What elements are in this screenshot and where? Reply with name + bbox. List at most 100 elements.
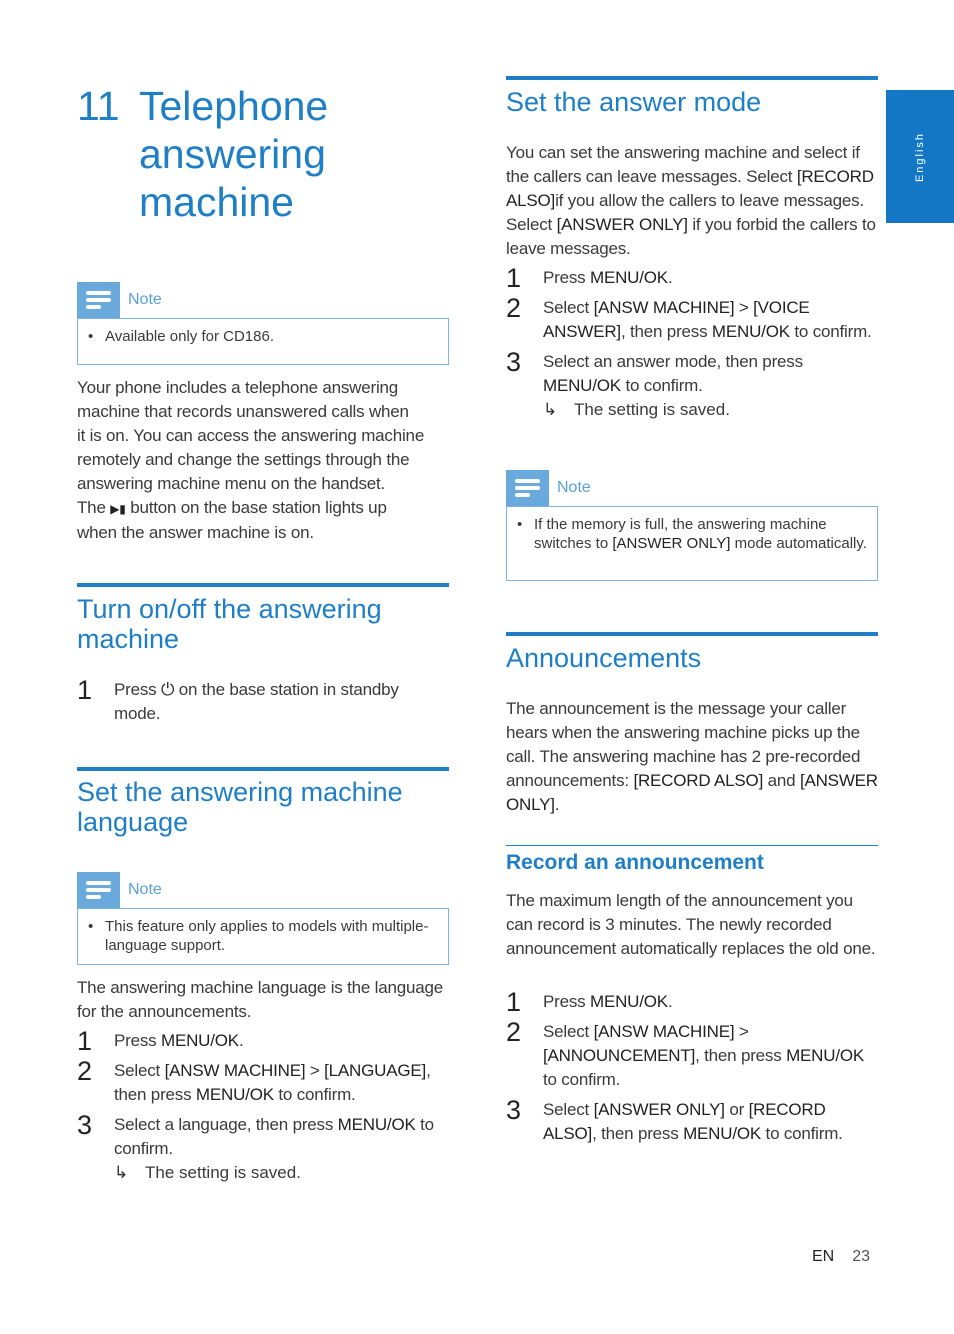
step-text: Press MENU/OK. xyxy=(114,1029,449,1053)
step-text-part: > xyxy=(734,1022,749,1041)
step-text-part: Select xyxy=(543,298,590,317)
menu-item: [ANSW MACHINE] xyxy=(164,1061,306,1080)
power-icon: ⏻ xyxy=(161,680,175,699)
section-title-line: Turn on/off the answering xyxy=(77,594,382,624)
chapter-title-line: answering xyxy=(139,131,326,177)
intro-text: The xyxy=(77,498,106,517)
step-text-part: to confirm. xyxy=(625,376,703,395)
step-text-part: Press xyxy=(114,680,157,699)
result-text: The setting is saved. xyxy=(574,400,730,419)
bullet-icon: • xyxy=(88,328,94,345)
intro-line: it is on. You can access the answering m… xyxy=(77,426,425,445)
intro-line: machine that records unanswered calls wh… xyxy=(77,402,409,421)
section-title-language: Set the answering machine language xyxy=(77,777,403,837)
step: 1 Press MENU/OK. xyxy=(506,987,878,1017)
note-label: Note xyxy=(128,881,162,898)
intro-line: remotely and change the settings through… xyxy=(77,450,410,469)
result-arrow-icon: ↳ xyxy=(543,400,558,419)
menu-key: MENU/OK xyxy=(590,268,668,287)
step: 3 Select a language, then press MENU/OK … xyxy=(77,1112,449,1161)
page-footer: EN 23 xyxy=(812,1248,870,1266)
intro-paragraph: Your phone includes a telephone answerin… xyxy=(77,376,449,545)
step-number: 1 xyxy=(77,675,92,705)
section-title-answer-mode: Set the answer mode xyxy=(506,87,762,117)
note-header: Note xyxy=(77,282,449,318)
menu-key: MENU/OK xyxy=(195,1085,274,1104)
step-text-part: > xyxy=(305,1061,325,1080)
answer-mode-intro: You can set the answering machine and se… xyxy=(506,141,878,261)
note-text-part: mode automatically. xyxy=(734,535,867,552)
section-title-turn-on-off: Turn on/off the answering machine xyxy=(77,594,382,654)
menu-key: MENU/OK xyxy=(683,1124,762,1143)
step-number: 1 xyxy=(506,263,521,293)
step-text-part: , then press xyxy=(695,1046,782,1065)
step-text: Press MENU/OK. xyxy=(543,990,878,1014)
step-result: ↳ The setting is saved. xyxy=(77,1161,449,1185)
step-text: Select a language, then press MENU/OK to… xyxy=(114,1113,449,1161)
intro-line: The ▶▮ button on the base station lights… xyxy=(77,496,449,521)
steps-language: 1 Press MENU/OK. 2 Select [ANSW MACHINE]… xyxy=(77,1026,449,1185)
record-intro: The maximum length of the announcement y… xyxy=(506,891,876,958)
step-number: 2 xyxy=(506,293,521,323)
language-tab: English xyxy=(886,90,954,223)
step-text: Press MENU/OK. xyxy=(543,266,878,290)
chapter-title-line: Telephone xyxy=(139,83,329,129)
step-text-part: , then press xyxy=(592,1124,679,1143)
note-box: Note • Available only for CD186. xyxy=(77,282,449,365)
step-text: Select [ANSWER ONLY] or [RECORD ALSO], t… xyxy=(543,1098,878,1146)
step: 2 Select [ANSW MACHINE] > [VOICE ANSWER]… xyxy=(506,293,878,344)
bullet-icon: • xyxy=(88,918,94,935)
step-number: 3 xyxy=(506,1095,521,1125)
step-number: 1 xyxy=(77,1026,92,1056)
step-text-part: > xyxy=(734,298,754,317)
intro-text: button on the base station lights up xyxy=(130,498,387,517)
subsection-title-record: Record an announcement xyxy=(506,851,764,874)
play-pause-icon: ▶▮ xyxy=(110,502,126,516)
announcements-intro: The announcement is the message your cal… xyxy=(506,697,878,817)
step-number: 2 xyxy=(506,1017,521,1047)
step: 1 Press MENU/OK. xyxy=(506,263,878,293)
intro-line: Your phone includes a telephone answerin… xyxy=(77,378,399,397)
step-text-part: to confirm. xyxy=(543,1070,621,1089)
language-intro: The answering machine language is the la… xyxy=(77,978,444,1021)
step-number: 3 xyxy=(506,347,521,377)
step-text-part: Select xyxy=(543,1022,590,1041)
note-content: • This feature only applies to models wit… xyxy=(77,908,449,965)
chapter-title-line: machine xyxy=(139,179,294,225)
step-text: Select [ANSW MACHINE] > [VOICE ANSWER], … xyxy=(543,296,878,344)
step-text-part: Press xyxy=(543,268,586,287)
bullet-icon: • xyxy=(517,516,523,533)
menu-item: [LANGUAGE] xyxy=(324,1061,427,1080)
note-icon xyxy=(77,282,120,318)
note-content: • Available only for CD186. xyxy=(77,318,449,365)
step-text-part: to confirm. xyxy=(794,322,872,341)
subsection-divider xyxy=(506,845,878,846)
step-text: Select [ANSW MACHINE] > [LANGUAGE], then… xyxy=(114,1059,449,1107)
footer-language: EN xyxy=(812,1248,835,1265)
intro-line: answering machine menu on the handset. xyxy=(77,474,386,493)
note-label: Note xyxy=(128,291,162,308)
step: 1 Press MENU/OK. xyxy=(77,1026,449,1056)
steps-record: 1 Press MENU/OK. 2 Select [ANSW MACHINE]… xyxy=(506,987,878,1152)
note-content: • If the memory is full, the answering ma… xyxy=(506,506,878,581)
page-number: 23 xyxy=(852,1248,871,1265)
menu-key: MENU/OK xyxy=(590,992,668,1011)
step-text-part: Select xyxy=(543,1100,590,1119)
step: 3 Select an answer mode, then press MENU… xyxy=(506,347,878,398)
intro-text: . xyxy=(554,795,560,814)
note-icon xyxy=(77,872,120,908)
chapter-title: 11 Telephone answering machine xyxy=(77,82,328,226)
menu-item: [ANSWER ONLY] xyxy=(593,1100,725,1119)
step: 1 Press ⏻ on the base station in standby… xyxy=(77,675,449,726)
step-number: 1 xyxy=(506,987,521,1017)
step-text: Select [ANSW MACHINE] > [ANNOUNCEMENT], … xyxy=(543,1020,878,1092)
steps-answer-mode: 1 Press MENU/OK. 2 Select [ANSW MACHINE]… xyxy=(506,263,878,422)
menu-item: [ANSW MACHINE] xyxy=(593,1022,735,1041)
step-text-part: to confirm. xyxy=(765,1124,843,1143)
steps-turn-on-off: 1 Press ⏻ on the base station in standby… xyxy=(77,675,449,732)
intro-line: when the answer machine is on. xyxy=(77,523,314,542)
step-number: 2 xyxy=(77,1056,92,1086)
section-title-line: machine xyxy=(77,624,180,654)
step-text-part: Press xyxy=(543,992,586,1011)
step-text-part: Select xyxy=(114,1061,161,1080)
